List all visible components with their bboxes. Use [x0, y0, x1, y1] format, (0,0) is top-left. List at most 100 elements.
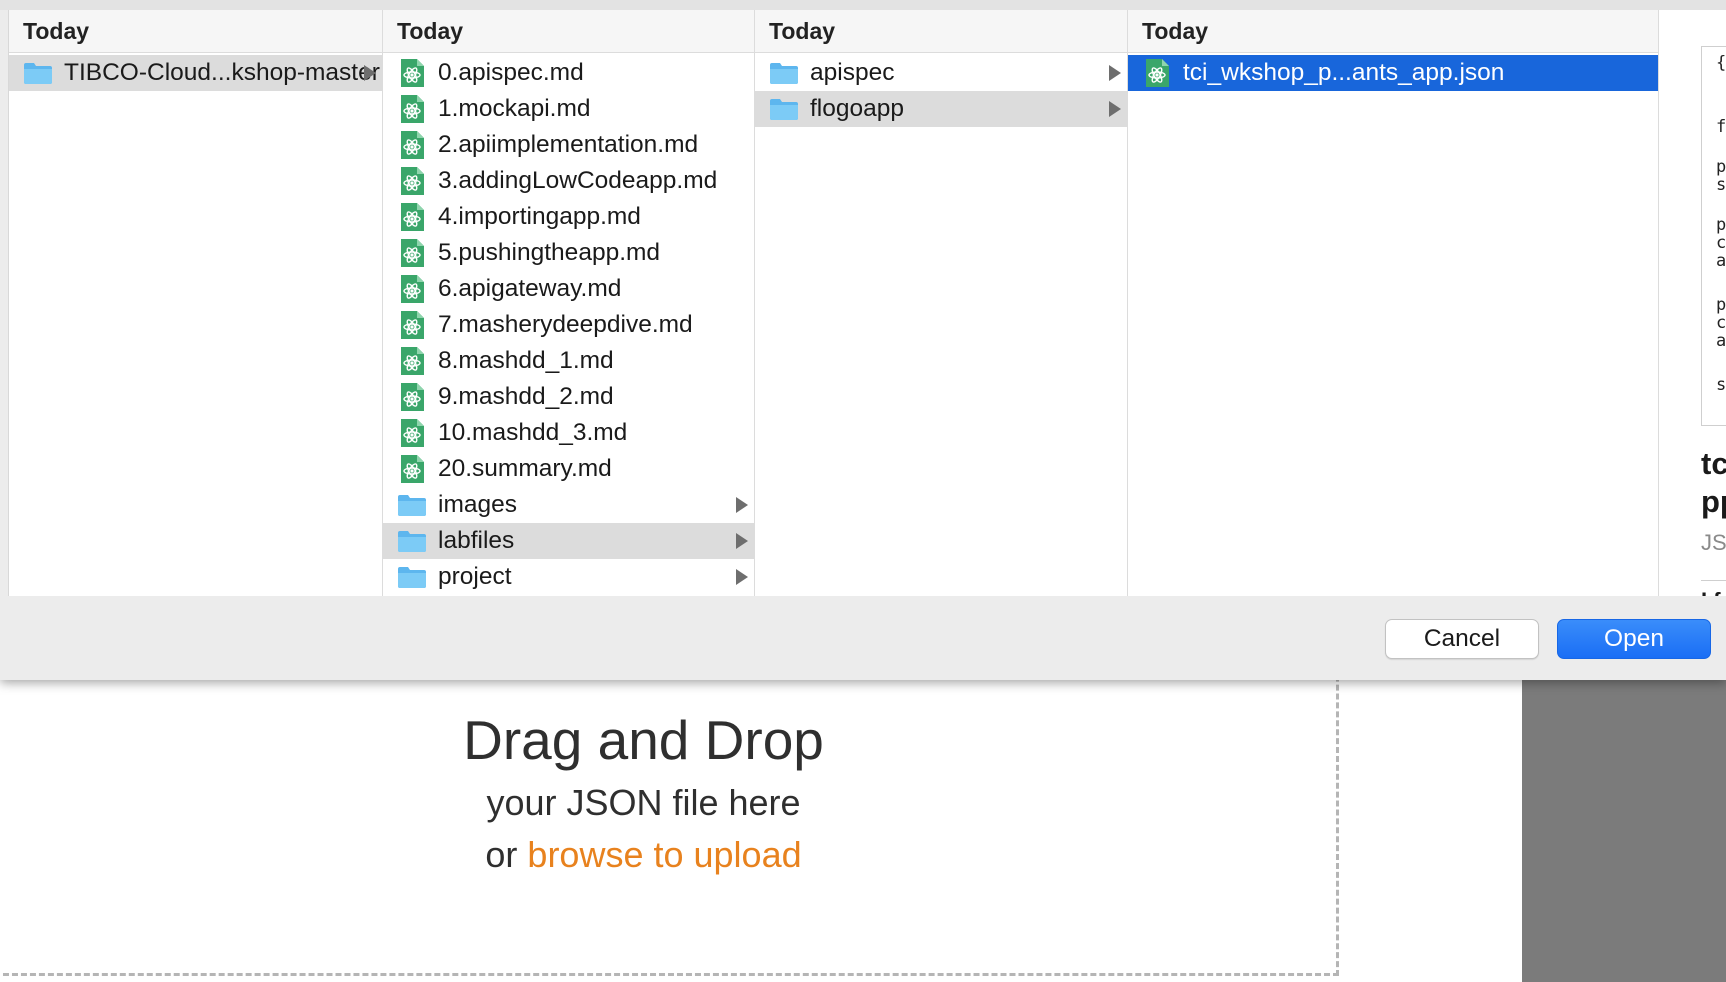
browser-column-1[interactable]: Today TIBCO-Cloud...kshop-master	[9, 10, 383, 596]
file-row[interactable]: 20.summary.md	[383, 451, 754, 487]
atom-document-icon	[397, 238, 427, 268]
item-label: 5.pushingtheapp.md	[438, 239, 661, 266]
atom-document-icon	[397, 130, 427, 160]
item-label: flogoapp	[810, 95, 905, 122]
preview-code-line: {	[1716, 53, 1726, 73]
preview-code-line: sr	[1716, 175, 1726, 195]
folder-row[interactable]: images	[383, 487, 754, 523]
column-browser: Today TIBCO-Cloud...kshop-master Today 0.a…	[8, 10, 1726, 596]
item-label: 10.mashdd_3.md	[438, 419, 628, 446]
file-row[interactable]: 0.apispec.md	[383, 55, 754, 91]
item-label: 8.mashdd_1.md	[438, 347, 614, 374]
drop-zone-or-text: or	[485, 834, 518, 875]
preview-code-line: pr	[1716, 157, 1726, 177]
file-row[interactable]: 3.addingLowCodeapp.md	[383, 163, 754, 199]
item-label: 2.apiimplementation.md	[438, 131, 699, 158]
column-rows: apispec flogoapp	[755, 53, 1127, 127]
column-header: Today	[383, 10, 754, 53]
atom-document-icon	[397, 94, 427, 124]
column-header: Today	[9, 10, 382, 53]
preview-code-line: pr	[1716, 295, 1726, 315]
preview-file-name: tci pp	[1701, 446, 1726, 519]
item-label: labfiles	[438, 527, 515, 554]
item-label: 9.mashdd_2.md	[438, 383, 614, 410]
preview-divider	[1701, 580, 1726, 581]
folder-icon	[769, 58, 799, 88]
preview-code-line: co	[1716, 313, 1726, 333]
item-label: 4.importingapp.md	[438, 203, 641, 230]
column-rows: tci_wkshop_p...ants_app.json	[1128, 53, 1658, 91]
drop-zone-title: Drag and Drop	[463, 709, 824, 771]
file-row[interactable]: 6.apigateway.md	[383, 271, 754, 307]
preview-code-line: ac	[1716, 331, 1726, 351]
browse-to-upload-link[interactable]: browse to upload	[527, 834, 801, 875]
preview-file-kind: JSO	[1701, 530, 1726, 555]
open-button[interactable]: Open	[1557, 619, 1711, 659]
folder-row[interactable]: flogoapp	[755, 91, 1127, 127]
preview-code-line: co	[1716, 233, 1726, 253]
item-label: 6.apigateway.md	[438, 275, 622, 302]
atom-document-icon	[1142, 58, 1172, 88]
page-side-panel	[1522, 660, 1726, 982]
item-label: apispec	[810, 59, 895, 86]
preview-thumbnail: {flprsrprcoacprcoacsv	[1701, 46, 1726, 426]
preview-info-heading: I f	[1701, 588, 1721, 596]
file-row[interactable]: tci_wkshop_p...ants_app.json	[1128, 55, 1658, 91]
item-label: TIBCO-Cloud...kshop-master	[64, 59, 380, 86]
column-rows: TIBCO-Cloud...kshop-master	[9, 53, 382, 91]
chevron-right-icon	[364, 65, 376, 81]
browser-column-4[interactable]: Today tci_wkshop_p...ants_app.json	[1128, 10, 1659, 596]
folder-icon	[397, 562, 427, 592]
folder-row[interactable]: TIBCO-Cloud...kshop-master	[9, 55, 382, 91]
browser-column-3[interactable]: Today apispec flogoapp	[755, 10, 1128, 596]
dialog-top-edge	[0, 0, 1726, 10]
atom-document-icon	[397, 274, 427, 304]
atom-document-icon	[397, 382, 427, 412]
folder-row[interactable]: labfiles	[383, 523, 754, 559]
file-row[interactable]: 1.mockapi.md	[383, 91, 754, 127]
item-label: 20.summary.md	[438, 455, 612, 482]
preview-code-line: ac	[1716, 251, 1726, 271]
open-file-dialog: Today TIBCO-Cloud...kshop-master Today 0.a…	[0, 0, 1726, 680]
column-header: Today	[1128, 10, 1658, 53]
chevron-right-icon	[736, 533, 748, 549]
chevron-right-icon	[1109, 65, 1121, 81]
file-row[interactable]: 10.mashdd_3.md	[383, 415, 754, 451]
folder-icon	[397, 526, 427, 556]
atom-document-icon	[397, 454, 427, 484]
item-label: images	[438, 491, 517, 518]
file-row[interactable]: 2.apiimplementation.md	[383, 127, 754, 163]
file-row[interactable]: 8.mashdd_1.md	[383, 343, 754, 379]
preview-code-line: pr	[1716, 215, 1726, 235]
item-label: 3.addingLowCodeapp.md	[438, 167, 718, 194]
browser-column-2[interactable]: Today 0.apispec.md 1.mockapi.md 2.apiimplem…	[383, 10, 755, 596]
preview-panel: {flprsrprcoacprcoacsv tci pp JSO I f	[1659, 10, 1726, 596]
file-row[interactable]: 7.masherydeepdive.md	[383, 307, 754, 343]
file-row[interactable]: 9.mashdd_2.md	[383, 379, 754, 415]
item-label: project	[438, 563, 512, 590]
file-row[interactable]: 5.pushingtheapp.md	[383, 235, 754, 271]
chevron-right-icon	[736, 497, 748, 513]
atom-document-icon	[397, 346, 427, 376]
atom-document-icon	[397, 58, 427, 88]
preview-code-line: fl	[1716, 117, 1726, 137]
chevron-right-icon	[1109, 101, 1121, 117]
atom-document-icon	[397, 202, 427, 232]
cancel-button[interactable]: Cancel	[1385, 619, 1539, 659]
column-header: Today	[755, 10, 1127, 53]
drop-zone-browse-line: or browse to upload	[0, 834, 1287, 876]
drop-zone-subtitle: your JSON file here	[486, 782, 801, 823]
folder-icon	[397, 490, 427, 520]
item-label: 1.mockapi.md	[438, 95, 591, 122]
atom-document-icon	[397, 418, 427, 448]
preview-code-line: sv	[1716, 375, 1726, 395]
item-label: 0.apispec.md	[438, 59, 584, 86]
folder-row[interactable]: project	[383, 559, 754, 595]
column-rows: 0.apispec.md 1.mockapi.md 2.apiimplementat…	[383, 53, 754, 595]
folder-icon	[23, 58, 53, 88]
folder-row[interactable]: apispec	[755, 55, 1127, 91]
item-label: 7.masherydeepdive.md	[438, 311, 693, 338]
chevron-right-icon	[736, 569, 748, 585]
item-label: tci_wkshop_p...ants_app.json	[1183, 59, 1505, 86]
file-row[interactable]: 4.importingapp.md	[383, 199, 754, 235]
